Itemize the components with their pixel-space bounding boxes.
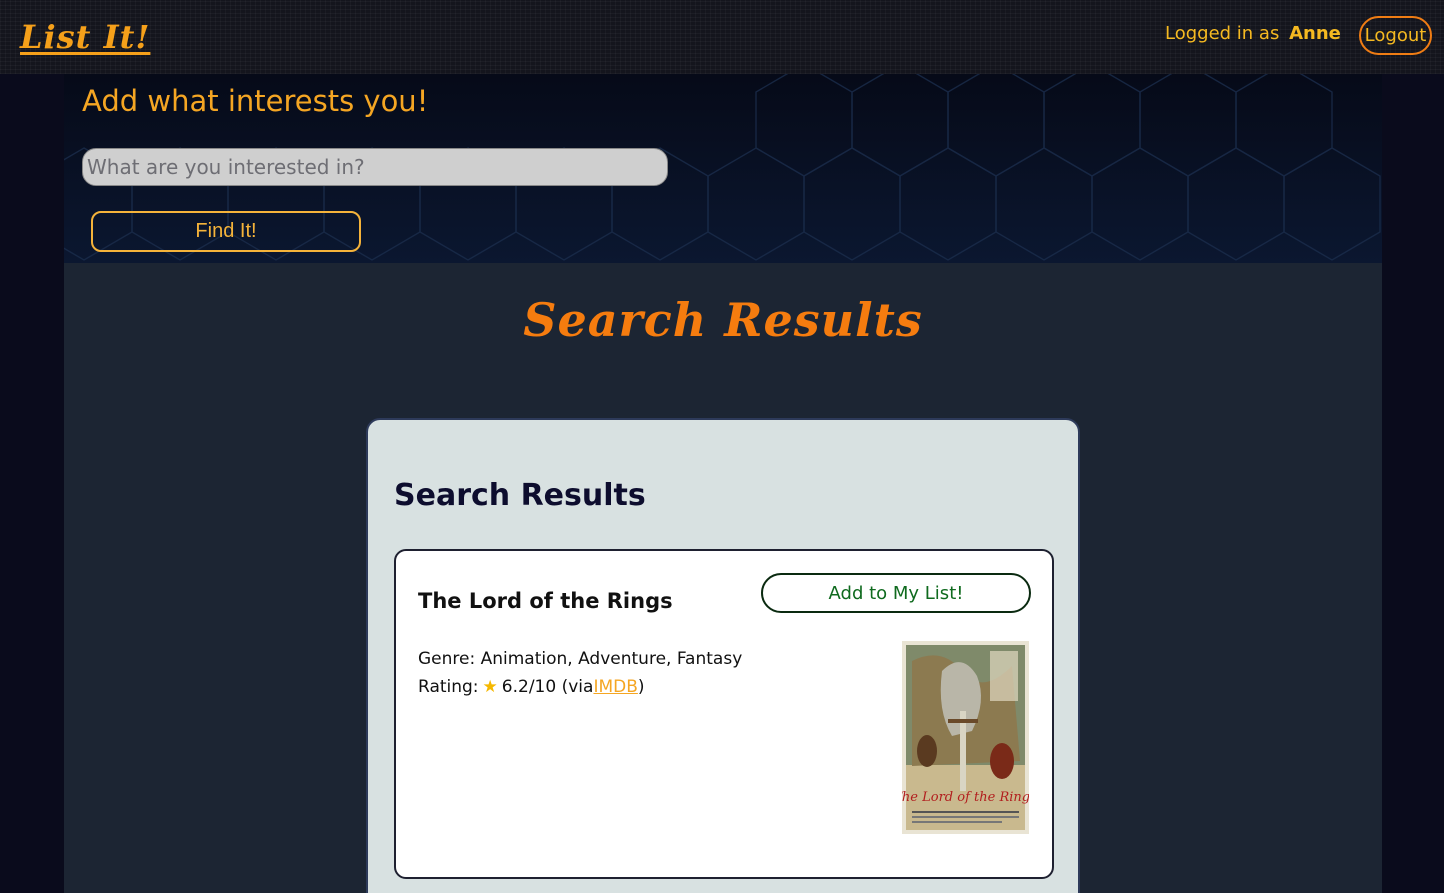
page-title: Search Results bbox=[523, 293, 923, 347]
hero-title: Add what interests you! bbox=[82, 84, 429, 118]
movie-poster-image: The Lord of the Rings bbox=[902, 641, 1029, 834]
results-panel: Search Results The Lord of the Rings Add… bbox=[366, 418, 1080, 893]
rating-via: (via bbox=[561, 677, 594, 697]
main-content: Search Results Search Results The Lord o… bbox=[64, 263, 1382, 893]
user-info: Logged in as Anne bbox=[1165, 23, 1341, 44]
star-icon: ★ bbox=[482, 677, 498, 697]
top-navbar: List It! Logged in as Anne Logout bbox=[0, 0, 1444, 74]
search-hero: Add what interests you! Find It! bbox=[64, 74, 1382, 263]
username: Anne bbox=[1289, 23, 1341, 44]
rating-label: Rating: bbox=[418, 677, 479, 697]
genre-label: Genre: bbox=[418, 649, 476, 669]
results-panel-title: Search Results bbox=[394, 478, 646, 513]
rating-line: Rating: ★ 6.2/10 (viaIMDB) bbox=[418, 673, 742, 701]
svg-text:The Lord of the Rings: The Lord of the Rings bbox=[902, 790, 1029, 805]
rating-via-close: ) bbox=[637, 677, 645, 697]
rating-value: 6.2/10 bbox=[501, 677, 557, 697]
app-logo[interactable]: List It! bbox=[20, 18, 150, 56]
genre-value: Animation, Adventure, Fantasy bbox=[480, 649, 743, 669]
logged-in-label: Logged in as bbox=[1165, 23, 1280, 44]
result-card: The Lord of the Rings Add to My List! Ge… bbox=[394, 549, 1054, 879]
find-it-button[interactable]: Find It! bbox=[91, 211, 361, 252]
search-input[interactable] bbox=[82, 148, 668, 186]
result-meta: Genre: Animation, Adventure, Fantasy Rat… bbox=[418, 645, 742, 701]
add-to-list-button[interactable]: Add to My List! bbox=[761, 573, 1031, 613]
result-title: The Lord of the Rings bbox=[418, 589, 673, 613]
left-gutter bbox=[0, 74, 64, 893]
genre-line: Genre: Animation, Adventure, Fantasy bbox=[418, 645, 742, 673]
imdb-link[interactable]: IMDB bbox=[593, 677, 637, 697]
right-gutter bbox=[1382, 74, 1444, 893]
logout-button[interactable]: Logout bbox=[1359, 16, 1432, 55]
poster-art: The Lord of the Rings bbox=[902, 645, 1029, 830]
